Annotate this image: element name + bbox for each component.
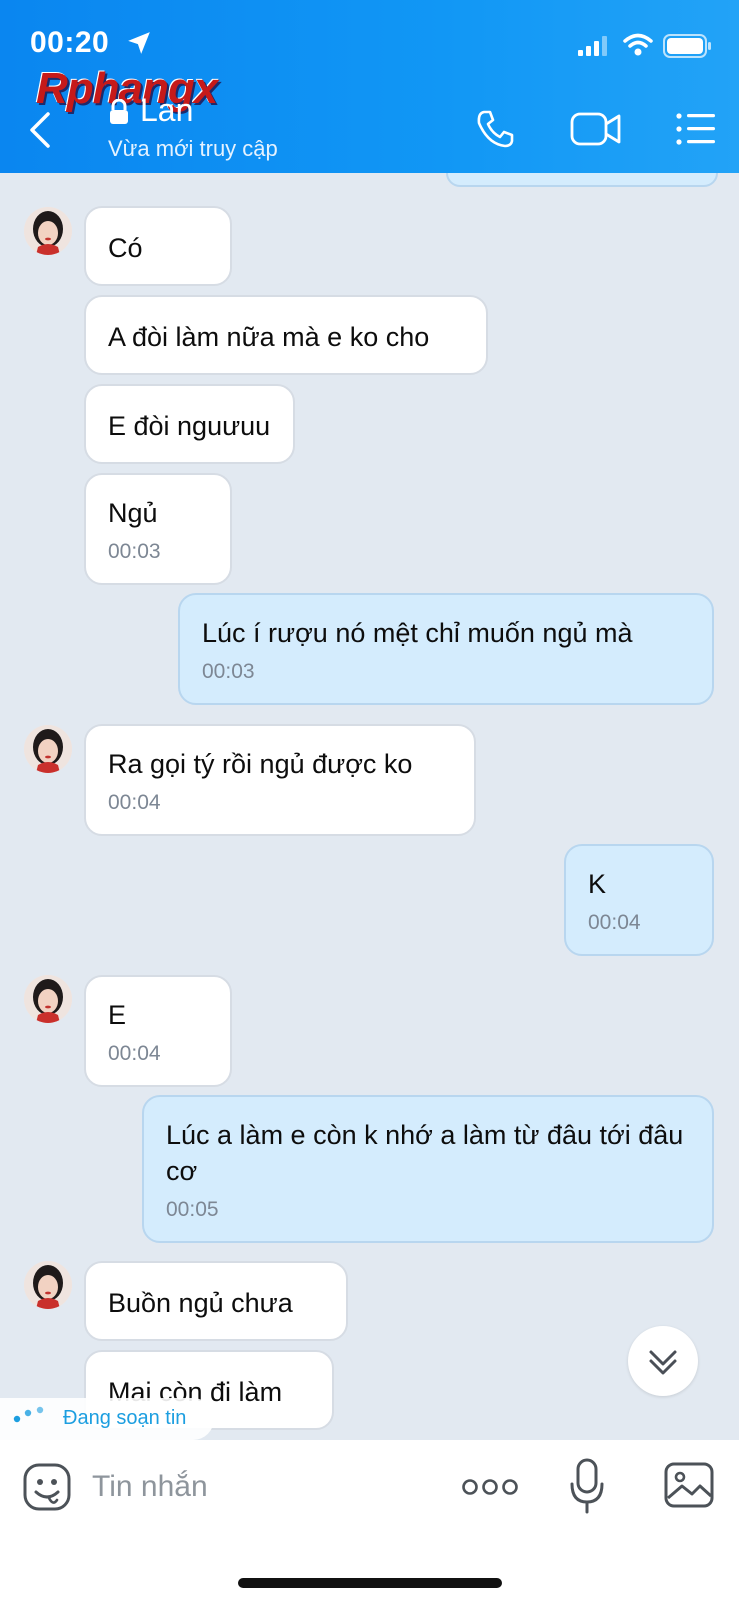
avatar-photo: [24, 975, 72, 1023]
message-bubble-outgoing[interactable]: Lúc í rượu nó mệt chỉ muốn ngủ mà 00:03: [178, 593, 714, 705]
message-text: Lúc a làm e còn k nhớ a làm từ đâu tới đ…: [166, 1120, 684, 1186]
scroll-down-icon: [649, 1350, 677, 1375]
message-time: 00:04: [108, 1042, 161, 1065]
sticker-icon[interactable]: [22, 1462, 72, 1512]
message-text: Có: [108, 233, 143, 263]
avatar-photo: [24, 725, 72, 773]
avatar[interactable]: [24, 725, 72, 773]
message-bubble-outgoing[interactable]: K 00:04: [564, 844, 714, 956]
signal-icon: [578, 36, 607, 56]
message-text: E đòi nguưuu: [108, 411, 271, 441]
message-bubble-incoming[interactable]: A đòi làm nữa mà e ko cho: [84, 295, 488, 375]
message-text: Buồn ngủ chưa: [108, 1288, 293, 1318]
scroll-down-button[interactable]: [628, 1326, 698, 1396]
avatar[interactable]: [24, 1261, 72, 1309]
avatar[interactable]: [24, 207, 72, 255]
back-icon[interactable]: [26, 110, 56, 150]
message-time: 00:05: [166, 1198, 219, 1221]
more-icon[interactable]: [462, 1476, 518, 1498]
wifi-icon: [623, 33, 653, 56]
message-time: 00:03: [202, 660, 255, 683]
menu-icon[interactable]: [676, 112, 716, 146]
avatar-photo: [24, 207, 72, 255]
video-call-icon[interactable]: [570, 111, 622, 147]
previous-message-bubble[interactable]: [446, 173, 718, 187]
battery-icon: [663, 34, 711, 58]
image-icon[interactable]: [664, 1462, 714, 1508]
avatar[interactable]: [24, 975, 72, 1023]
message-bubble-incoming[interactable]: Có: [84, 206, 232, 286]
message-bubble-outgoing[interactable]: Lúc a làm e còn k nhớ a làm từ đâu tới đ…: [142, 1095, 714, 1243]
message-text: Ra gọi tý rồi ngủ được ko: [108, 749, 413, 779]
typing-indicator-text: Đang soạn tin: [63, 1407, 187, 1429]
message-time: 00:03: [108, 540, 161, 563]
message-bubble-incoming[interactable]: Ra gọi tý rồi ngủ được ko 00:04: [84, 724, 476, 836]
message-time: 00:04: [588, 911, 641, 934]
message-text: E: [108, 1000, 127, 1030]
message-time: 00:04: [108, 791, 161, 814]
contact-name[interactable]: Lan: [140, 92, 193, 129]
message-bubble-incoming[interactable]: Ngủ 00:03: [84, 473, 232, 585]
message-text: A đòi làm nữa mà e ko cho: [108, 322, 430, 352]
message-text: Lúc í rượu nó mệt chỉ muốn ngủ mà: [202, 618, 633, 648]
mic-icon[interactable]: [570, 1458, 604, 1514]
message-text: K: [588, 869, 607, 899]
message-text: Ngủ: [108, 498, 158, 528]
avatar-photo: [24, 1261, 72, 1309]
message-input[interactable]: [92, 1462, 422, 1512]
message-bubble-incoming[interactable]: Buồn ngủ chưa: [84, 1261, 348, 1341]
call-icon[interactable]: [474, 108, 516, 150]
typing-indicator: Đang soạn tin: [0, 1398, 214, 1440]
chat-messages[interactable]: Có A đòi làm nữa mà e ko cho E đòi nguưu…: [0, 173, 739, 1440]
message-bubble-incoming[interactable]: E đòi nguưuu: [84, 384, 295, 464]
message-input-bar: [0, 1440, 739, 1600]
contact-status: Vừa mới truy cập: [108, 136, 278, 161]
location-icon: [128, 32, 150, 54]
message-bubble-incoming[interactable]: E 00:04: [84, 975, 232, 1087]
status-time: 00:20: [30, 26, 110, 59]
lock-icon: [110, 99, 128, 124]
chat-header: 00:20 Rphangx Lan Vừa mới truy cập: [0, 0, 739, 173]
home-indicator[interactable]: [238, 1578, 502, 1588]
typing-dots-icon: [13, 1406, 44, 1423]
